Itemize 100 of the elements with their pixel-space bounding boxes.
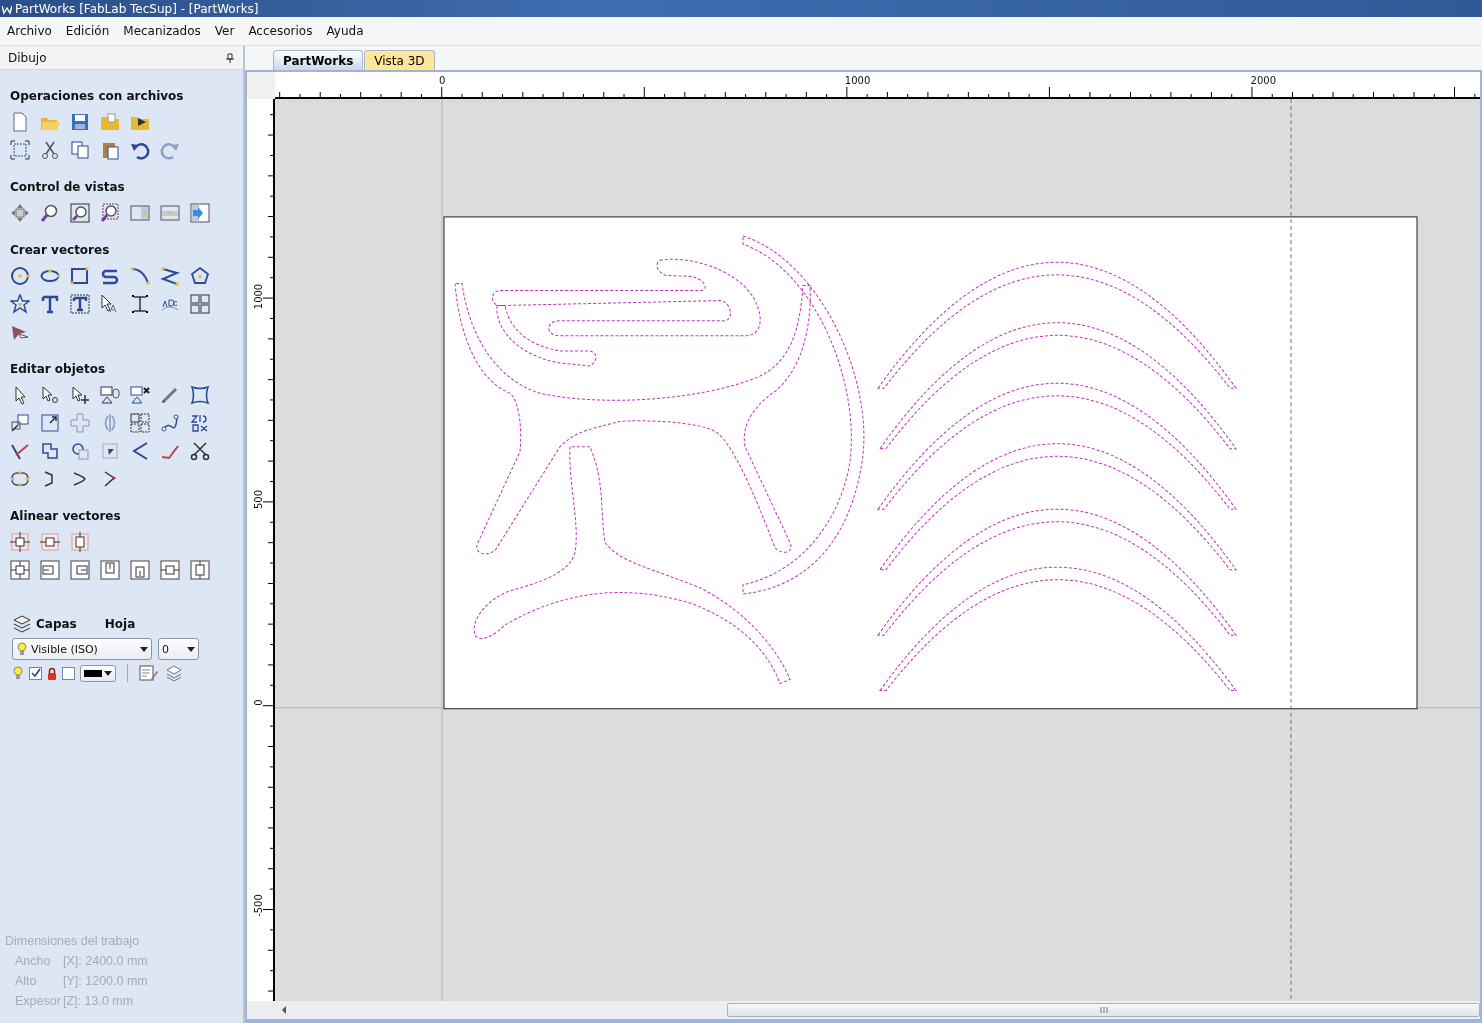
array-icon[interactable] [130, 413, 150, 433]
polyline-icon[interactable] [160, 266, 180, 286]
layer-dropdown[interactable]: Visible (ISO) [12, 638, 152, 660]
dimension-label: Ancho [15, 953, 52, 970]
dimension-value: [X]: 2400.0 mm [63, 953, 148, 970]
text-box-icon[interactable] [70, 294, 90, 314]
dropdown-value: Visible (ISO) [31, 642, 99, 656]
arc-icon[interactable] [130, 266, 150, 286]
bulb-icon [12, 666, 24, 680]
undo-icon[interactable] [130, 140, 150, 160]
node-edit-icon[interactable] [40, 385, 60, 405]
save-icon[interactable] [70, 112, 90, 132]
center-on-sheet-icon[interactable] [10, 560, 30, 580]
pentagon-icon[interactable] [190, 266, 210, 286]
select-all-icon[interactable] [10, 140, 30, 160]
zoom-fit-icon[interactable] [70, 203, 90, 223]
trim-icon[interactable] [10, 441, 30, 461]
text-icon[interactable] [40, 294, 60, 314]
horizontal-scrollbar[interactable] [247, 1001, 1480, 1019]
caret-icon [187, 646, 195, 652]
ruler-label: 500 [252, 489, 264, 512]
menu-item[interactable]: Ver [207, 24, 242, 38]
group-icon[interactable] [100, 385, 120, 405]
distort-icon[interactable] [190, 385, 210, 405]
menu-item[interactable]: Archivo [0, 24, 59, 38]
rectangle-icon[interactable] [70, 266, 90, 286]
checkbox[interactable] [62, 666, 75, 680]
ruler-label: -500 [252, 893, 264, 919]
menu-item[interactable]: Edición [58, 24, 117, 38]
align-bottom-icon[interactable] [130, 560, 150, 580]
sheet-label: Hoja [104, 617, 136, 631]
pin-icon[interactable] [225, 52, 235, 63]
intersect-icon[interactable] [100, 441, 120, 461]
resize-icon[interactable] [40, 413, 60, 433]
caret-icon [104, 670, 112, 676]
zoom-box-icon[interactable] [100, 203, 120, 223]
layer-stack-icon[interactable] [164, 664, 184, 682]
corner-icon[interactable] [130, 441, 150, 461]
grip-icon [1099, 1007, 1108, 1013]
panel-right-icon[interactable] [190, 203, 210, 223]
menu-item[interactable]: Ayuda [319, 24, 371, 38]
color-swatch [84, 669, 102, 677]
section-heading: Alinear vectores [10, 509, 122, 523]
paste-icon[interactable] [100, 140, 120, 160]
subtract-icon[interactable] [70, 441, 90, 461]
text-cursor-icon[interactable] [130, 294, 150, 314]
align-top-icon[interactable] [100, 560, 120, 580]
tab[interactable]: Vista 3D [364, 50, 435, 70]
weld-icon[interactable] [40, 441, 60, 461]
layers-label: Capas [36, 617, 77, 631]
section-heading: Control de vistas [10, 180, 126, 194]
layer-properties-icon[interactable] [139, 664, 159, 682]
menu-item[interactable]: Mecanizados [116, 24, 208, 38]
move-icon[interactable] [70, 385, 90, 405]
caret-icon [140, 646, 148, 652]
dimension-value: [Z]: 13.0 mm [63, 993, 134, 1010]
section-heading: Editar objetos [10, 362, 107, 376]
dimension-label: Alto [15, 973, 38, 990]
star-icon[interactable] [10, 294, 30, 314]
dimension-value: [Y]: 1200.0 mm [63, 973, 148, 990]
color-dropdown[interactable] [80, 664, 116, 682]
ungroup-icon[interactable] [130, 385, 150, 405]
grid-text-icon[interactable] [190, 294, 210, 314]
section-heading: Operaciones con archivos [10, 89, 185, 103]
polygon-nodes-icon[interactable] [10, 469, 30, 489]
circle-icon[interactable] [10, 266, 30, 286]
ruler-label: 1000 [844, 75, 871, 86]
layers-icon [12, 614, 32, 634]
scroll-left-icon[interactable] [281, 1006, 287, 1014]
ruler-label: 0 [439, 75, 446, 86]
lock-icon [47, 666, 57, 680]
checkbox[interactable] [29, 666, 42, 680]
job-dimensions-title: Dimensiones del trabajo [5, 933, 141, 950]
align-center-icon[interactable] [10, 532, 30, 552]
scissors-icon[interactable] [190, 441, 210, 461]
bulb-icon [16, 642, 28, 656]
zoom-icon[interactable] [40, 203, 60, 223]
ruler-label: 0 [252, 698, 264, 708]
ruler-label: 1000 [252, 282, 264, 312]
align-vertical-icon[interactable] [70, 532, 90, 552]
align-right-icon[interactable] [70, 560, 90, 580]
pan-arrows-icon[interactable] [10, 203, 30, 223]
menu-item[interactable]: Accesorios [241, 24, 320, 38]
window-title: PartWorks [FabLab TecSup] - [PartWorks] [15, 1, 259, 16]
measure-icon[interactable] [160, 385, 180, 405]
center-horizontal-icon[interactable] [160, 560, 180, 580]
dropdown-value: 0 [162, 642, 170, 656]
scrollbar-thumb[interactable] [727, 1003, 1480, 1017]
align-horizontal-icon[interactable] [40, 532, 60, 552]
node-curve-icon[interactable] [160, 413, 180, 433]
panel-title: Dibujo [8, 50, 47, 65]
copy-icon[interactable] [70, 140, 90, 160]
ruler-label: 2000 [1250, 75, 1277, 86]
tab[interactable]: PartWorks [273, 50, 364, 70]
cut-icon[interactable] [40, 140, 60, 160]
ruler-corner [247, 72, 275, 99]
scale-icon[interactable] [10, 413, 30, 433]
align-left-icon[interactable] [40, 560, 60, 580]
center-vertical-icon[interactable] [190, 560, 210, 580]
sheet-dropdown[interactable]: 0 [158, 638, 199, 660]
